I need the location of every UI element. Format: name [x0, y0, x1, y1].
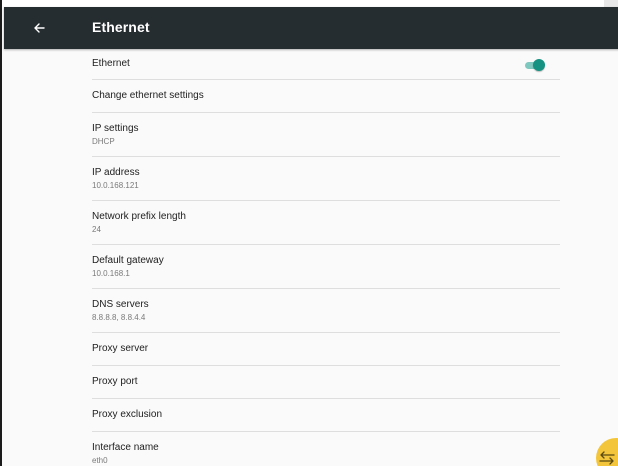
interface-name-row[interactable]: Interface name eth0 [92, 432, 560, 466]
page-title: Ethernet [92, 19, 150, 35]
row-title: Proxy exclusion [92, 409, 163, 420]
row-title: Interface name [92, 442, 159, 453]
row-title: Network prefix length [92, 210, 186, 222]
row-summary: 10.0.168.121 [92, 180, 139, 190]
settings-screen: Ethernet Ethernet Change ethernet settin… [0, 0, 618, 466]
ethernet-switch[interactable] [525, 59, 545, 71]
ip-settings-row[interactable]: IP settings DHCP [92, 113, 560, 157]
row-summary: 10.0.168.1 [92, 268, 130, 278]
row-title: IP settings [92, 122, 139, 134]
row-title: Proxy port [92, 376, 138, 387]
corner-mark [604, 0, 618, 7]
app-bar: Ethernet [4, 7, 618, 49]
row-summary: eth0 [92, 456, 108, 465]
row-title: Default gateway [92, 254, 164, 266]
switch-thumb [533, 59, 545, 71]
proxy-port-row[interactable]: Proxy port [92, 366, 560, 399]
network-prefix-length-row[interactable]: Network prefix length 24 [92, 201, 560, 245]
row-title: DNS servers [92, 298, 149, 310]
row-title: Change ethernet settings [92, 90, 204, 101]
proxy-server-row[interactable]: Proxy server [92, 333, 560, 366]
dns-servers-row[interactable]: DNS servers 8.8.8.8, 8.8.4.4 [92, 289, 560, 333]
top-edge [2, 0, 618, 7]
swap-arrows-icon [599, 451, 615, 465]
default-gateway-row[interactable]: Default gateway 10.0.168.1 [92, 245, 560, 289]
row-summary: DHCP [92, 136, 115, 146]
proxy-exclusion-row[interactable]: Proxy exclusion [92, 399, 560, 432]
row-summary: 24 [92, 224, 101, 234]
row-title: Ethernet [92, 58, 130, 69]
ethernet-toggle-row[interactable]: Ethernet [92, 49, 560, 80]
row-title: IP address [92, 166, 140, 178]
row-summary: 8.8.8.8, 8.8.4.4 [92, 312, 146, 322]
change-ethernet-settings-row[interactable]: Change ethernet settings [92, 80, 560, 113]
settings-list: Ethernet Change ethernet settings IP set… [4, 49, 618, 466]
ip-address-row[interactable]: IP address 10.0.168.121 [92, 157, 560, 201]
back-button[interactable] [26, 15, 52, 41]
arrow-back-icon [34, 23, 45, 33]
row-title: Proxy server [92, 343, 149, 354]
